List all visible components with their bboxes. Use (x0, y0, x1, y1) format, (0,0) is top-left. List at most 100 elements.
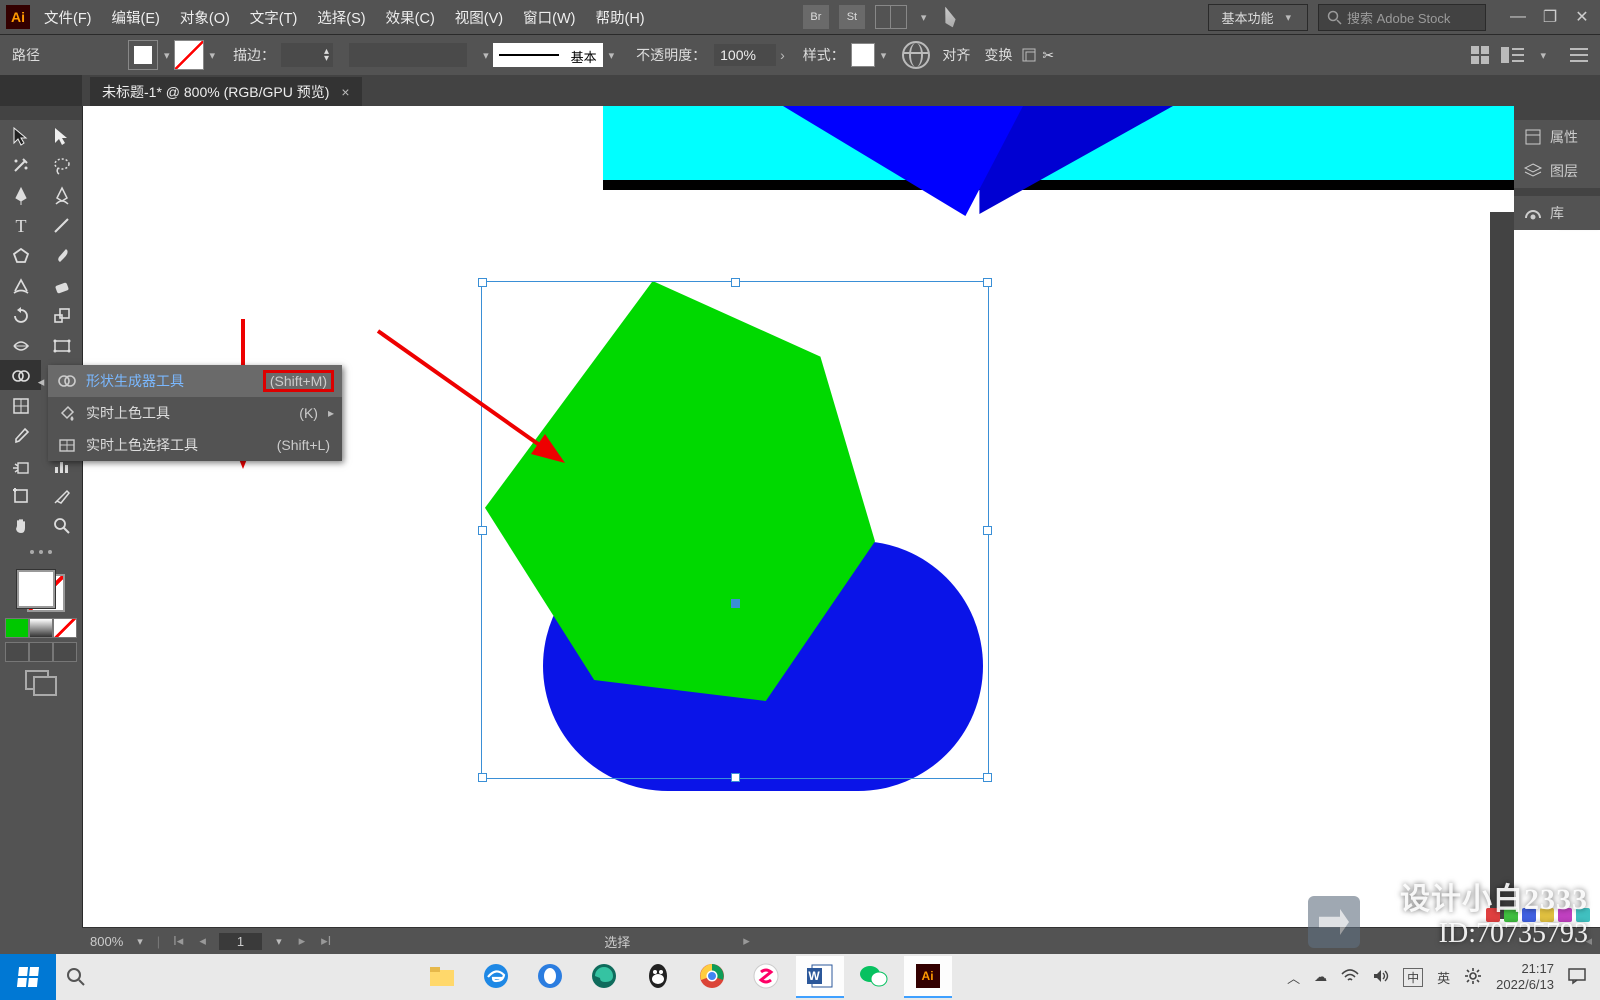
flyout-item-live-paint-selection[interactable]: 实时上色选择工具 (Shift+L) (48, 429, 342, 461)
line-tool[interactable] (41, 210, 82, 240)
stroke-weight-input[interactable]: ▴▾ (281, 43, 333, 67)
fill-swatch[interactable] (128, 40, 158, 70)
magic-wand-tool[interactable] (0, 150, 41, 180)
next-artboard-button[interactable]: ▸ (296, 933, 309, 949)
normal-screen-mode[interactable] (5, 642, 29, 662)
menu-effect[interactable]: 效果(C) (386, 7, 435, 28)
rotate-tool[interactable] (0, 300, 41, 330)
full-screen-mode[interactable] (53, 642, 77, 662)
taskbar-search-button[interactable] (56, 954, 96, 1000)
pen-tool[interactable] (0, 180, 41, 210)
brush-definition[interactable]: 基本 (493, 43, 603, 67)
workspace-dropdown[interactable]: 基本功能 ▾ (1208, 4, 1308, 31)
mesh-tool[interactable] (0, 390, 41, 420)
menu-object[interactable]: 对象(O) (180, 7, 230, 28)
close-tab-icon[interactable]: × (341, 84, 349, 100)
taskbar-app-edge-legacy[interactable] (472, 956, 520, 998)
tray-chevron-up-icon[interactable]: ︿ (1287, 968, 1300, 987)
menu-view[interactable]: 视图(V) (455, 7, 503, 28)
gradient-mode-button[interactable] (29, 618, 53, 638)
symbol-sprayer-tool[interactable] (0, 450, 41, 480)
fill-stroke-swatch[interactable]: ? (17, 570, 65, 612)
taskbar-app-wechat[interactable] (850, 956, 898, 998)
taskbar-app-edge[interactable] (580, 956, 628, 998)
edit-toolbar-button[interactable] (0, 540, 82, 564)
first-artboard-button[interactable]: I◂ (170, 933, 186, 949)
status-expand-icon[interactable]: ▸ (740, 933, 753, 949)
stroke-swatch-none[interactable] (174, 40, 204, 70)
canvas[interactable]: »× (83, 106, 1600, 965)
bridge-button[interactable]: Br (803, 5, 829, 29)
rectangle-tool[interactable] (0, 240, 41, 270)
scale-tool[interactable] (41, 300, 82, 330)
stock-button[interactable]: St (839, 5, 865, 29)
eyedropper-tool[interactable] (0, 420, 41, 450)
tray-volume-icon[interactable] (1373, 969, 1389, 986)
chevron-down-icon[interactable]: ▾ (137, 935, 143, 948)
selection-tool[interactable] (0, 120, 41, 150)
tray-cloud-icon[interactable]: ☁ (1314, 969, 1327, 985)
curvature-tool[interactable] (41, 180, 82, 210)
menu-icon[interactable] (1570, 48, 1588, 62)
stroke-profile-dropdown[interactable] (349, 43, 467, 67)
slice-tool[interactable] (41, 480, 82, 510)
window-minimize-button[interactable]: — (1506, 7, 1530, 27)
flyout-item-shape-builder[interactable]: 形状生成器工具 (Shift+M) (48, 365, 342, 397)
free-transform-tool[interactable] (41, 330, 82, 360)
zoom-tool[interactable] (41, 510, 82, 540)
prev-artboard-button[interactable]: ◂ (196, 933, 209, 949)
taskbar-app-explorer[interactable] (418, 956, 466, 998)
menu-type[interactable]: 文字(T) (250, 7, 298, 28)
tray-ime1[interactable]: 中 (1403, 968, 1423, 987)
tray-wifi-icon[interactable] (1341, 969, 1359, 986)
gpu-rocket-icon[interactable] (937, 4, 961, 31)
search-stock-input[interactable]: 搜索 Adobe Stock (1318, 4, 1486, 31)
list-arrange-icon[interactable] (1501, 47, 1524, 63)
graphic-style-swatch[interactable] (851, 43, 875, 67)
paintbrush-tool[interactable] (41, 240, 82, 270)
menu-window[interactable]: 窗口(W) (523, 7, 575, 28)
zoom-level[interactable]: 800% (90, 934, 123, 949)
eraser-tool[interactable] (41, 270, 82, 300)
color-mode-button[interactable] (5, 618, 29, 638)
panel-libraries[interactable]: 库 (1514, 196, 1600, 230)
flyout-tearoff-handle[interactable]: ◂ (34, 371, 48, 393)
lasso-tool[interactable] (41, 150, 82, 180)
tray-ime2[interactable]: 英 (1437, 968, 1450, 987)
taskbar-app-qq[interactable] (634, 956, 682, 998)
menu-edit[interactable]: 编辑(E) (112, 7, 160, 28)
direct-selection-tool[interactable] (41, 120, 82, 150)
document-tab[interactable]: 未标题-1* @ 800% (RGB/GPU 预览) × (90, 77, 362, 107)
menu-select[interactable]: 选择(S) (317, 7, 365, 28)
full-screen-menu-mode[interactable] (29, 642, 53, 662)
grid-view-icon[interactable] (1471, 46, 1489, 64)
transform-button[interactable]: 变换 (984, 45, 1012, 65)
window-restore-button[interactable]: ❐ (1538, 7, 1562, 27)
chevron-down-icon[interactable]: ▾ (276, 935, 282, 948)
hand-tool[interactable] (0, 510, 41, 540)
panel-layers[interactable]: 图层 (1514, 154, 1600, 188)
panel-properties[interactable]: 属性 (1514, 120, 1600, 154)
tray-clock[interactable]: 21:17 2022/6/13 (1496, 961, 1554, 994)
recolor-artwork-icon[interactable] (902, 41, 930, 69)
taskbar-app-chrome[interactable] (688, 956, 736, 998)
align-button[interactable]: 对齐 (942, 45, 970, 65)
tray-notifications-icon[interactable] (1568, 968, 1586, 987)
arrange-documents-button[interactable] (875, 5, 907, 29)
artboard-number[interactable]: 1 (219, 933, 262, 950)
taskbar-app-sogou[interactable] (742, 956, 790, 998)
isolate-button[interactable]: ✂ (1042, 47, 1054, 64)
artboard-tool[interactable] (0, 480, 41, 510)
width-tool[interactable] (0, 330, 41, 360)
shaper-tool[interactable] (0, 270, 41, 300)
menu-file[interactable]: 文件(F) (44, 7, 92, 28)
taskbar-app-tencent[interactable] (526, 956, 574, 998)
draw-mode-icon[interactable] (25, 670, 57, 696)
flyout-item-live-paint-bucket[interactable]: 实时上色工具 (K) ▸ (48, 397, 342, 429)
last-artboard-button[interactable]: ▸I (318, 933, 334, 949)
transform-panel-icon[interactable] (1022, 48, 1036, 62)
start-button[interactable] (0, 954, 56, 1000)
opacity-expand-icon[interactable]: › (780, 47, 785, 63)
tray-settings-icon[interactable] (1464, 967, 1482, 988)
window-close-button[interactable]: ✕ (1570, 7, 1594, 27)
